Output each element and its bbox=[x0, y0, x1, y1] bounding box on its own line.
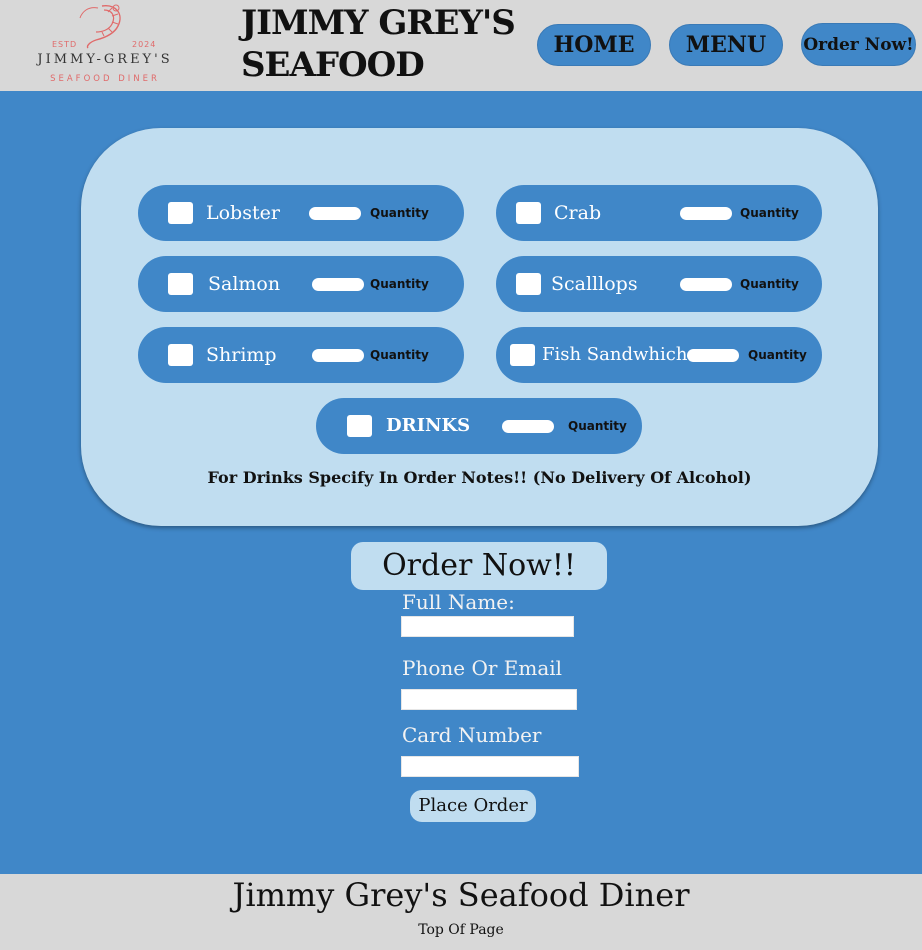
place-order-button[interactable]: Place Order bbox=[410, 790, 536, 822]
crab-quantity-input[interactable] bbox=[680, 207, 732, 220]
quantity-label: Quantity bbox=[740, 206, 799, 220]
full-name-input[interactable] bbox=[401, 616, 574, 637]
phone-or-email-input[interactable] bbox=[401, 689, 577, 710]
card-number-label: Card Number bbox=[402, 723, 542, 747]
quantity-label: Quantity bbox=[740, 277, 799, 291]
nav-order-now-button[interactable]: Order Now! bbox=[801, 23, 916, 66]
menu-item-scallops: Scalllops Quantity bbox=[496, 256, 822, 312]
quantity-label: Quantity bbox=[370, 206, 429, 220]
scallops-checkbox[interactable] bbox=[516, 273, 541, 295]
site-header: ESTD 2024 JIMMY-GREY'S SEAFOOD DINER JIM… bbox=[0, 0, 922, 91]
quantity-label: Quantity bbox=[370, 348, 429, 362]
logo-estd-text: ESTD bbox=[52, 40, 78, 49]
menu-item-label: Shrimp bbox=[206, 344, 277, 366]
nav-menu-button[interactable]: MENU bbox=[669, 24, 783, 66]
nav-home-button[interactable]: HOME bbox=[537, 24, 651, 66]
top-of-page-link[interactable]: Top Of Page bbox=[0, 922, 922, 938]
brand-title-line1: JIMMY GREY'S bbox=[241, 3, 516, 43]
lobster-quantity-input[interactable] bbox=[309, 207, 361, 220]
lobster-checkbox[interactable] bbox=[168, 202, 193, 224]
logo-year-text: 2024 bbox=[132, 40, 157, 49]
fish-sandwich-checkbox[interactable] bbox=[510, 344, 535, 366]
menu-item-label: DRINKS bbox=[386, 415, 471, 436]
footer-title: Jimmy Grey's Seafood Diner bbox=[232, 876, 690, 914]
salmon-quantity-input[interactable] bbox=[312, 278, 364, 291]
quantity-label: Quantity bbox=[568, 419, 627, 433]
menu-item-crab: Crab Quantity bbox=[496, 185, 822, 241]
drinks-quantity-input[interactable] bbox=[502, 420, 554, 433]
menu-item-salmon: Salmon Quantity bbox=[138, 256, 464, 312]
menu-item-fish-sandwich: Fish Sandwhich Quantity bbox=[496, 327, 822, 383]
salmon-checkbox[interactable] bbox=[168, 273, 193, 295]
brand-title: JIMMY GREY'S SEAFOOD bbox=[241, 2, 516, 86]
menu-item-label: Scalllops bbox=[551, 273, 638, 295]
card-number-input[interactable] bbox=[401, 756, 579, 777]
scallops-quantity-input[interactable] bbox=[680, 278, 732, 291]
logo-name-text: JIMMY-GREY'S bbox=[37, 52, 173, 67]
menu-item-drinks: DRINKS Quantity bbox=[316, 398, 642, 454]
drinks-note: For Drinks Specify In Order Notes!! (No … bbox=[207, 468, 752, 487]
menu-item-lobster: Lobster Quantity bbox=[138, 185, 464, 241]
menu-item-label: Fish Sandwhich bbox=[542, 344, 688, 365]
brand-title-line2: SEAFOOD bbox=[241, 45, 425, 85]
full-name-label: Full Name: bbox=[402, 590, 515, 614]
menu-selection-panel: Lobster Quantity Crab Quantity Salmon Qu… bbox=[81, 128, 878, 526]
order-form-title: Order Now!! bbox=[351, 542, 607, 590]
crab-checkbox[interactable] bbox=[516, 202, 541, 224]
shrimp-checkbox[interactable] bbox=[168, 344, 193, 366]
shrimp-logo-icon bbox=[79, 4, 121, 49]
logo-subtitle-text: SEAFOOD DINER bbox=[50, 74, 160, 84]
site-footer: Jimmy Grey's Seafood Diner Top Of Page bbox=[0, 874, 922, 950]
diner-logo[interactable]: ESTD 2024 JIMMY-GREY'S SEAFOOD DINER bbox=[20, 2, 190, 88]
menu-item-label: Crab bbox=[554, 202, 602, 224]
quantity-label: Quantity bbox=[748, 348, 807, 362]
drinks-checkbox[interactable] bbox=[347, 415, 372, 437]
contact-label: Phone Or Email bbox=[402, 656, 563, 680]
quantity-label: Quantity bbox=[370, 277, 429, 291]
shrimp-quantity-input[interactable] bbox=[312, 349, 364, 362]
menu-item-shrimp: Shrimp Quantity bbox=[138, 327, 464, 383]
menu-item-label: Lobster bbox=[206, 202, 280, 224]
menu-item-label: Salmon bbox=[208, 273, 281, 295]
fish-sandwich-quantity-input[interactable] bbox=[687, 349, 739, 362]
